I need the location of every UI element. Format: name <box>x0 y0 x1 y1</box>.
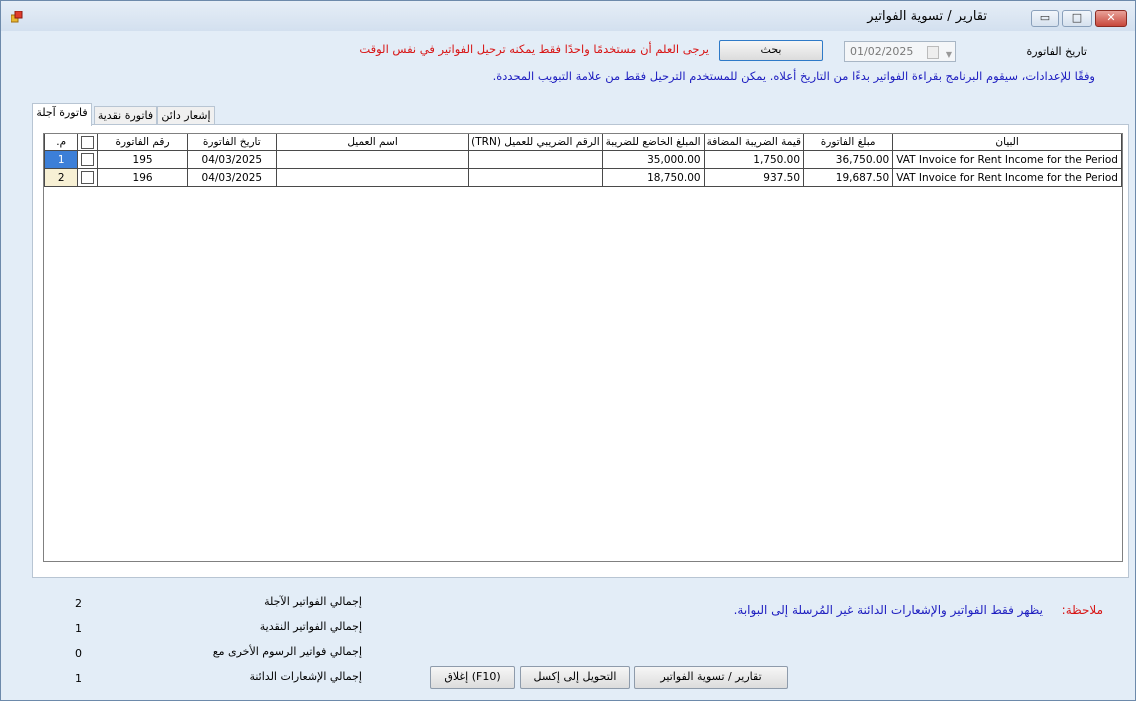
invoice-number-cell[interactable]: 196 <box>97 168 188 187</box>
row-number[interactable]: 2 <box>44 168 79 187</box>
tab-deferred-invoice[interactable]: فاتورة آجلة <box>32 103 92 126</box>
select-all-checkbox[interactable] <box>81 135 95 149</box>
tab-credit-note[interactable]: إشعار دائن <box>157 106 215 125</box>
col-customer-name[interactable]: اسم العميل <box>275 134 470 151</box>
total-credit-notes-label: إجمالي الإشعارات الدائنة <box>249 670 362 683</box>
customer-trn-cell[interactable] <box>468 150 603 169</box>
description-cell[interactable]: VAT Invoice for Rent Income for the Peri… <box>892 150 1122 169</box>
invoice-number-cell[interactable]: 195 <box>97 150 188 169</box>
invoices-table: .م رقم الفاتورة تاريخ الفاتورة اسم العمي… <box>44 134 1122 187</box>
taxable-amount-cell[interactable]: 18,750.00 <box>601 168 705 187</box>
customer-name-cell[interactable] <box>275 150 470 169</box>
window-title: تقارير / تسوية الفواتير <box>867 9 987 24</box>
customer-trn-cell[interactable] <box>468 168 603 187</box>
col-vat-amount[interactable]: قيمة الضريبة المضافة <box>703 134 805 151</box>
invoice-date-cell[interactable]: 04/03/2025 <box>186 150 277 169</box>
invoice-date-value: 01/02/2025 <box>850 45 914 58</box>
invoices-grid[interactable]: .م رقم الفاتورة تاريخ الفاتورة اسم العمي… <box>43 133 1123 562</box>
col-row-number[interactable]: .م <box>44 134 79 151</box>
grid-header-row: .م رقم الفاتورة تاريخ الفاتورة اسم العمي… <box>44 134 1122 151</box>
col-select-all[interactable] <box>77 134 99 151</box>
invoice-date-cell[interactable]: 04/03/2025 <box>186 168 277 187</box>
title-bar[interactable]: تقارير / تسوية الفواتير ▭ □ ✕ <box>1 1 1135 31</box>
chevron-down-icon[interactable]: ▼ <box>946 45 952 64</box>
row-select-cell[interactable] <box>77 168 99 187</box>
col-invoice-date[interactable]: تاريخ الفاتورة <box>186 134 277 151</box>
export-excel-button[interactable]: التحويل إلى إكسل <box>520 666 630 689</box>
total-cash-value: 1 <box>75 622 82 635</box>
close-window-button[interactable]: ✕ <box>1095 10 1127 27</box>
total-credit-notes-value: 1 <box>75 672 82 685</box>
total-deferred-label: إجمالي الفواتير الآجلة <box>264 595 362 608</box>
main-window: تقارير / تسوية الفواتير ▭ □ ✕ تاريخ الفا… <box>0 0 1136 701</box>
row-select-cell[interactable] <box>77 150 99 169</box>
reports-settlement-button[interactable]: تقارير / تسوية الفواتير <box>634 666 788 689</box>
form-body: تاريخ الفاتورة 01/02/2025 ▼ بحث يرجى الع… <box>9 31 1129 693</box>
invoice-date-label: تاريخ الفاتورة <box>1026 45 1087 58</box>
table-row[interactable]: 2 196 04/03/2025 18,750.00 937.50 19,687… <box>44 168 1122 187</box>
invoice-date-picker[interactable]: 01/02/2025 ▼ <box>844 41 956 62</box>
col-invoice-number[interactable]: رقم الفاتورة <box>97 134 188 151</box>
vat-amount-cell[interactable]: 1,750.00 <box>703 150 805 169</box>
settings-info-text: وفقًا للإعدادات، سيقوم البرنامج بقراءة ا… <box>492 69 1095 83</box>
col-customer-trn[interactable]: الرقم الضريبي للعميل (TRN) <box>468 134 603 151</box>
row-checkbox[interactable] <box>81 153 95 166</box>
taxable-amount-cell[interactable]: 35,000.00 <box>601 150 705 169</box>
app-form-icon <box>11 11 23 23</box>
invoice-amount-cell[interactable]: 36,750.00 <box>803 150 894 169</box>
total-cash-label: إجمالي الفواتير النقدية <box>259 620 362 633</box>
invoice-amount-cell[interactable]: 19,687.50 <box>803 168 894 187</box>
description-cell[interactable]: VAT Invoice for Rent Income for the Peri… <box>892 168 1122 187</box>
tab-cash-invoice[interactable]: فاتورة نقدية <box>94 106 157 125</box>
note-label: ملاحظة: <box>1061 603 1103 617</box>
maximize-button[interactable]: □ <box>1062 10 1092 27</box>
total-deferred-value: 2 <box>75 597 82 610</box>
col-taxable-amount[interactable]: المبلغ الخاضع للضريبة <box>601 134 705 151</box>
row-number[interactable]: 1 <box>44 150 79 169</box>
col-invoice-amount[interactable]: مبلغ الفاتورة <box>803 134 894 151</box>
vat-amount-cell[interactable]: 937.50 <box>703 168 805 187</box>
total-other-fees-label: إجمالي فواتير الرسوم الأخرى مع <box>212 645 362 658</box>
search-button[interactable]: بحث <box>719 40 823 61</box>
total-other-fees-value: 0 <box>75 647 82 660</box>
note-text: يظهر فقط الفواتير والإشعارات الدائنة غير… <box>733 603 1043 617</box>
customer-name-cell[interactable] <box>275 168 470 187</box>
close-f10-button[interactable]: إغلاق (F10) <box>430 666 515 689</box>
row-checkbox[interactable] <box>81 171 95 184</box>
calendar-checkbox-icon[interactable] <box>927 46 939 59</box>
col-description[interactable]: البيان <box>892 134 1122 151</box>
minimize-button[interactable]: ▭ <box>1031 10 1059 27</box>
table-row[interactable]: 1 195 04/03/2025 35,000.00 1,750.00 36,7… <box>44 150 1122 169</box>
single-user-warning: يرجى العلم أن مستخدمًا واحدًا فقط يمكنه … <box>359 42 709 56</box>
tab-panel: .م رقم الفاتورة تاريخ الفاتورة اسم العمي… <box>32 124 1129 578</box>
